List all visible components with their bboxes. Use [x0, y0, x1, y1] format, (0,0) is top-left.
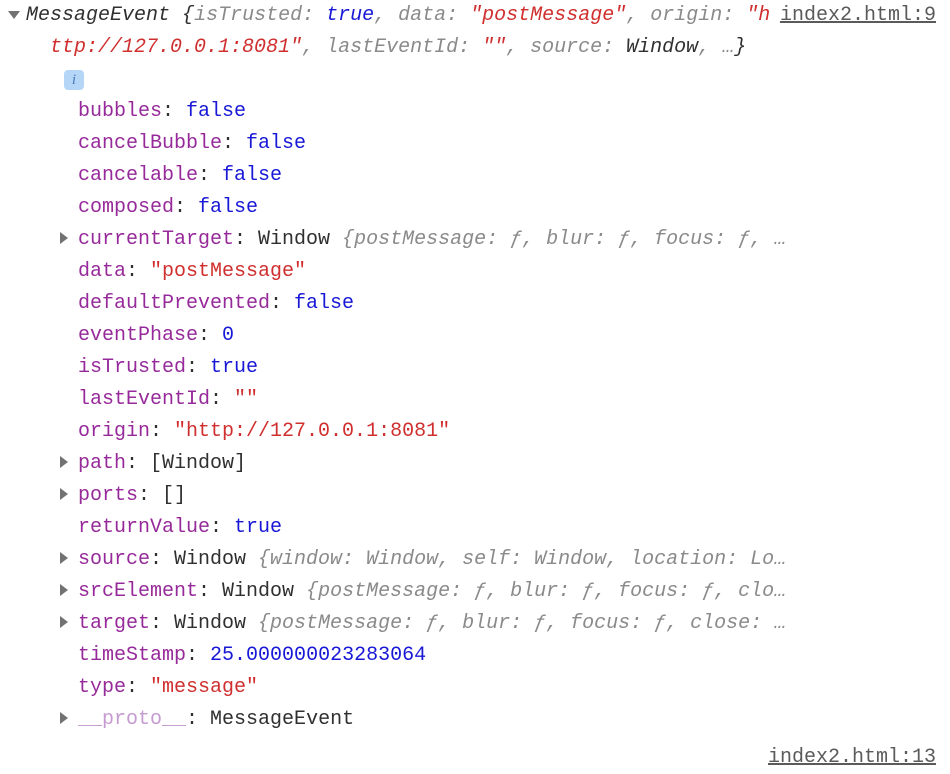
expand-icon[interactable] — [60, 456, 68, 468]
source-link-bottom[interactable]: index2.html:13 — [768, 742, 944, 774]
prop-cancelBubble[interactable]: cancelBubble: false — [78, 128, 944, 160]
prop-defaultPrevented[interactable]: defaultPrevented: false — [78, 288, 944, 320]
prop-srcElement[interactable]: srcElement: Window {postMessage: ƒ, blur… — [78, 576, 944, 608]
prop-cancelable[interactable]: cancelable: false — [78, 160, 944, 192]
prop-returnValue[interactable]: returnValue: true — [78, 512, 944, 544]
prop-eventPhase[interactable]: eventPhase: 0 — [78, 320, 944, 352]
prop-source[interactable]: source: Window {window: Window, self: Wi… — [78, 544, 944, 576]
prop-type[interactable]: type: "message" — [78, 672, 944, 704]
prop-data[interactable]: data: "postMessage" — [78, 256, 944, 288]
info-icon[interactable]: i — [64, 70, 84, 90]
prop-bubbles[interactable]: bubbles: false — [78, 96, 944, 128]
prop-composed[interactable]: composed: false — [78, 192, 944, 224]
prop-origin[interactable]: origin: "http://127.0.0.1:8081" — [78, 416, 944, 448]
prop-lastEventId[interactable]: lastEventId: "" — [78, 384, 944, 416]
expand-icon[interactable] — [60, 712, 68, 724]
console-output: index2.html:9 MessageEvent {isTrusted: t… — [0, 0, 950, 736]
expand-icon[interactable] — [60, 552, 68, 564]
prop-path[interactable]: path: [Window] — [78, 448, 944, 480]
expand-icon[interactable] — [60, 616, 68, 628]
prop-currentTarget[interactable]: currentTarget: Window {postMessage: ƒ, b… — [78, 224, 944, 256]
prop-proto[interactable]: __proto__: MessageEvent — [78, 704, 944, 736]
expand-icon[interactable] — [60, 232, 68, 244]
class-name: MessageEvent — [26, 4, 170, 27]
prop-target[interactable]: target: Window {postMessage: ƒ, blur: ƒ,… — [78, 608, 944, 640]
prop-ports[interactable]: ports: [] — [78, 480, 944, 512]
prop-isTrusted[interactable]: isTrusted: true — [78, 352, 944, 384]
prop-timeStamp[interactable]: timeStamp: 25.000000023283064 — [78, 640, 944, 672]
expand-icon[interactable] — [60, 584, 68, 596]
source-link-top[interactable]: index2.html:9 — [780, 0, 944, 32]
expand-toggle-icon[interactable] — [8, 11, 20, 19]
properties-list: bubbles: false cancelBubble: false cance… — [6, 96, 944, 736]
expand-icon[interactable] — [60, 488, 68, 500]
